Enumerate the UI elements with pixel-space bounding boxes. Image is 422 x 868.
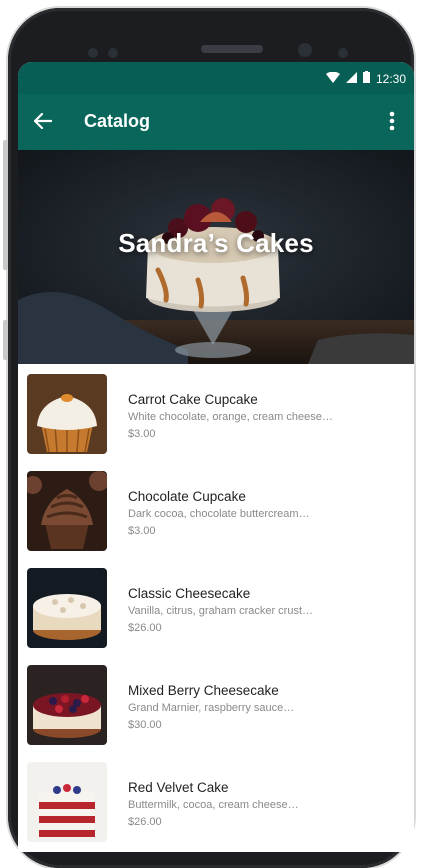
product-list: Carrot Cake Cupcake White chocolate, ora… [18, 364, 414, 849]
product-name: Classic Cheesecake [128, 586, 251, 601]
sensor-dot [88, 48, 98, 58]
product-price: $30.00 [128, 719, 162, 731]
product-description: Buttermilk, cocoa, cream cheese… [128, 799, 299, 811]
status-bar: 12:30 [18, 62, 414, 94]
sensor-dot [108, 48, 118, 58]
product-item-chocolate-cupcake[interactable]: Chocolate Cupcake Dark cocoa, chocolate … [18, 461, 414, 558]
product-description: White chocolate, orange, cream cheese… [128, 411, 333, 423]
product-image [27, 471, 107, 551]
product-name: Red Velvet Cake [128, 780, 229, 795]
product-item-carrot-cake-cupcake[interactable]: Carrot Cake Cupcake White chocolate, ora… [18, 364, 414, 461]
product-image [27, 568, 107, 648]
product-item-classic-cheesecake[interactable]: Classic Cheesecake Vanilla, citrus, grah… [18, 558, 414, 655]
product-description: Vanilla, citrus, graham cracker crust… [128, 605, 314, 617]
app-toolbar: Catalog [18, 94, 414, 150]
status-time: 12:30 [375, 71, 406, 86]
speaker-grille [201, 45, 263, 53]
product-price: $3.00 [128, 525, 156, 537]
product-name: Carrot Cake Cupcake [128, 392, 258, 407]
product-image [27, 374, 107, 454]
product-name: Mixed Berry Cheesecake [128, 683, 279, 698]
front-camera [298, 43, 312, 57]
sensor-dot [338, 48, 348, 58]
volume-button [3, 140, 8, 270]
product-image [27, 665, 107, 745]
product-description: Dark cocoa, chocolate buttercream… [128, 508, 310, 520]
store-name: Sandra’s Cakes [118, 228, 314, 258]
battery-icon [362, 71, 370, 86]
product-price: $26.00 [128, 622, 162, 634]
product-item-mixed-berry-cheesecake[interactable]: Mixed Berry Cheesecake Grand Marnier, ra… [18, 655, 414, 752]
wifi-icon [325, 71, 340, 86]
power-button [3, 320, 8, 360]
arrow-back-icon[interactable] [30, 108, 56, 134]
product-image [27, 762, 107, 842]
product-item-red-velvet-cake[interactable]: Red Velvet Cake Buttermilk, cocoa, cream… [18, 752, 414, 849]
catalog-hero-image: Sandra’s Cakes [18, 150, 414, 364]
more-vert-icon[interactable] [380, 108, 404, 134]
signal-icon [345, 71, 357, 86]
toolbar-title: Catalog [84, 111, 151, 131]
product-price: $26.00 [128, 816, 162, 828]
product-description: Grand Marnier, raspberry sauce… [128, 702, 295, 714]
product-price: $3.00 [128, 428, 156, 440]
product-name: Chocolate Cupcake [128, 489, 246, 504]
app-screen: 12:30 Catalog Sandra’s Cakes Carrot Cake… [18, 62, 414, 852]
